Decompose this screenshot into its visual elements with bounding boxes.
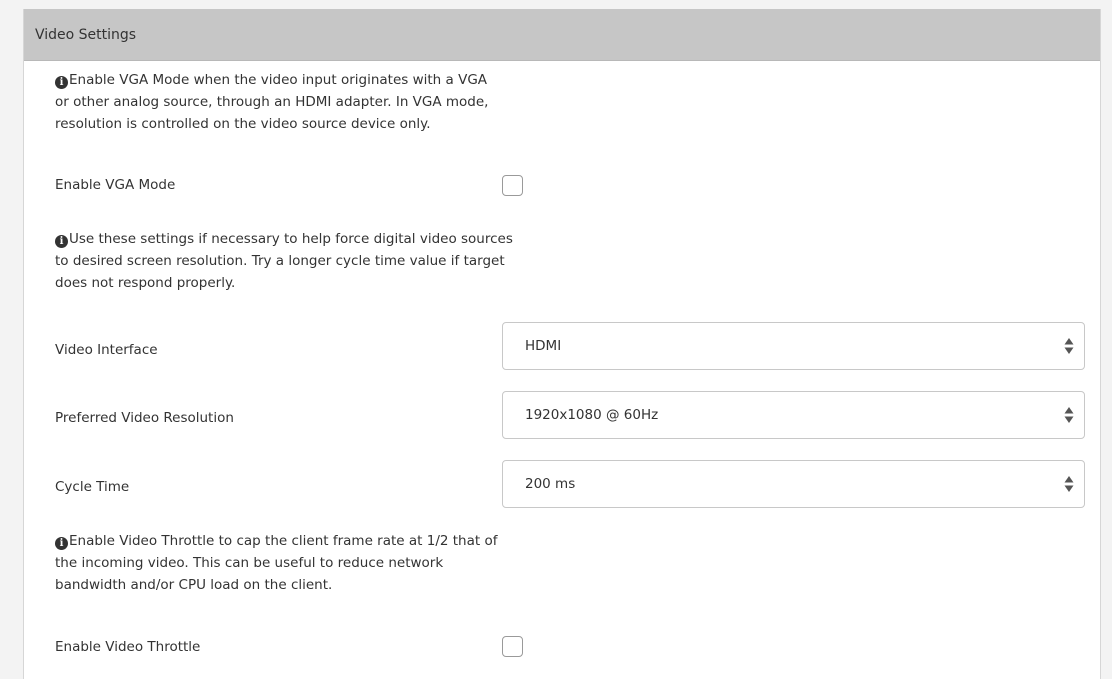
cycle-time-value: 200 ms xyxy=(525,476,576,492)
video-settings-panel: Video Settings i Enable VGA Mode when the… xyxy=(23,9,1101,679)
cycle-time-label: Cycle Time xyxy=(55,479,130,495)
enable-vga-mode-label: Enable VGA Mode xyxy=(55,177,176,193)
info-line: the incoming video. This can be useful t… xyxy=(55,555,444,571)
info-circle-icon: i xyxy=(55,537,68,550)
info-line: resolution is controlled on the video so… xyxy=(55,116,431,132)
preferred-video-resolution-value: 1920x1080 @ 60Hz xyxy=(525,407,659,423)
panel-header: Video Settings xyxy=(24,9,1100,61)
sort-arrows-icon xyxy=(1064,338,1074,354)
digital-video-info-text: i Use these settings if necessary to help… xyxy=(55,228,675,294)
info-line: bandwidth and/or CPU load on the client. xyxy=(55,577,333,593)
sort-arrows-icon xyxy=(1064,476,1074,492)
info-line: or other analog source, through an HDMI … xyxy=(55,94,489,110)
preferred-video-resolution-label: Preferred Video Resolution xyxy=(55,410,234,426)
info-line: i Enable Video Throttle to cap the client… xyxy=(55,530,675,552)
info-line: i Enable VGA Mode when the video input or… xyxy=(55,69,675,91)
panel-title: Video Settings xyxy=(35,26,137,43)
cycle-time-select[interactable]: 200 ms xyxy=(502,460,1085,508)
vga-info-text: i Enable VGA Mode when the video input or… xyxy=(55,69,675,135)
video-interface-value: HDMI xyxy=(525,338,562,354)
info-circle-icon: i xyxy=(55,235,68,248)
info-line: i Use these settings if necessary to help… xyxy=(55,228,675,250)
enable-video-throttle-checkbox[interactable] xyxy=(502,636,523,657)
enable-vga-mode-checkbox[interactable] xyxy=(502,175,523,196)
enable-video-throttle-label: Enable Video Throttle xyxy=(55,639,201,655)
info-circle-icon: i xyxy=(55,76,68,89)
sort-arrows-icon xyxy=(1064,407,1074,423)
info-line: does not respond properly. xyxy=(55,275,236,291)
video-interface-select[interactable]: HDMI xyxy=(502,322,1085,370)
video-throttle-info-text: i Enable Video Throttle to cap the client… xyxy=(55,530,675,596)
info-line: to desired screen resolution. Try a long… xyxy=(55,253,505,269)
video-interface-label: Video Interface xyxy=(55,342,158,358)
preferred-video-resolution-select[interactable]: 1920x1080 @ 60Hz xyxy=(502,391,1085,439)
